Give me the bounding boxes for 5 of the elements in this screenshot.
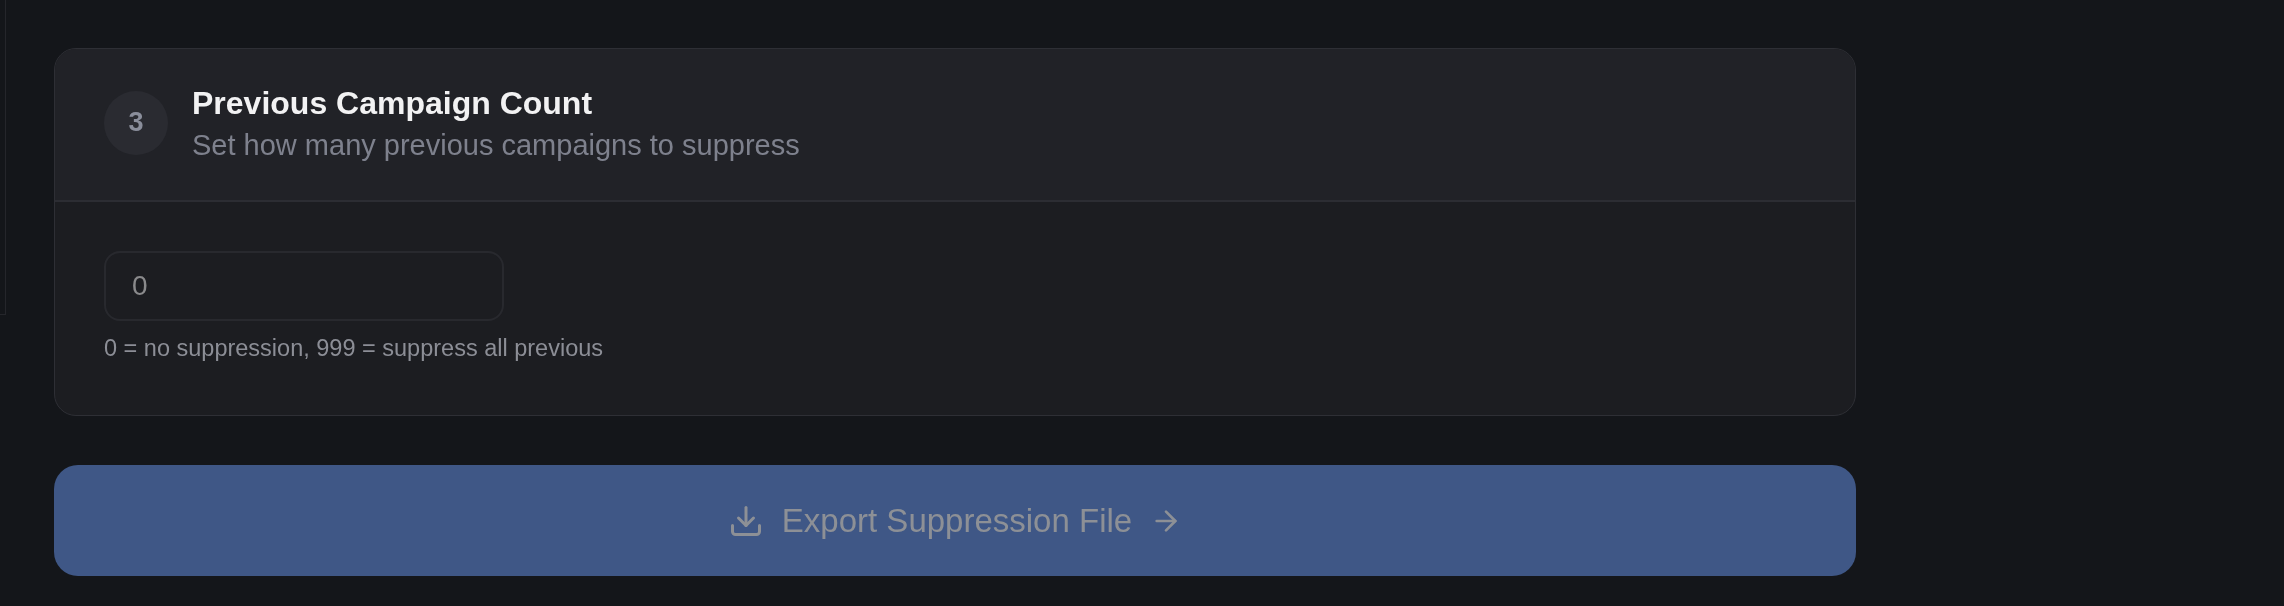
count-input-field[interactable]: 0	[104, 251, 504, 321]
step-title: Previous Campaign Count	[192, 83, 594, 123]
step-subtitle: Set how many previous campaigns to suppress	[192, 127, 800, 163]
step-number: 3	[104, 90, 168, 155]
count-hint: 0 = no suppression, 999 = suppress all previous	[104, 334, 605, 363]
